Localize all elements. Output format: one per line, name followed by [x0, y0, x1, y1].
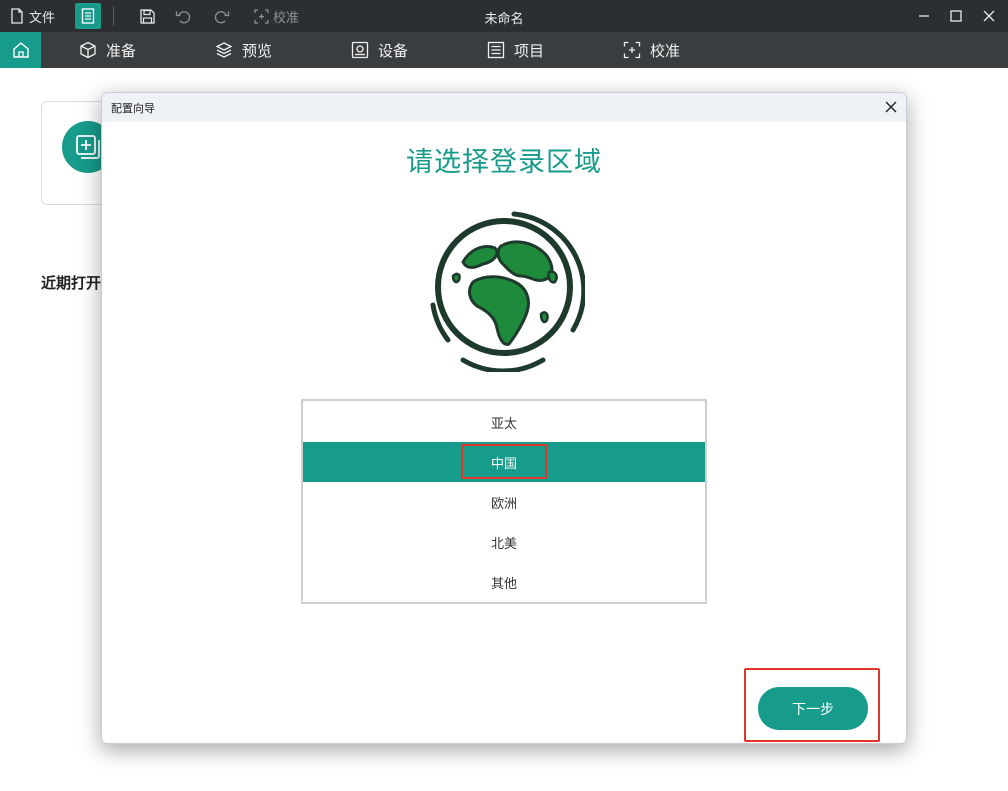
- file-menu-label: 文件: [29, 10, 56, 26]
- region-option-label: 欧洲: [490, 496, 517, 512]
- nav-item-label: 设备: [378, 41, 409, 60]
- new-project-icon: [76, 135, 100, 159]
- nav-item-preview[interactable]: 预览: [215, 32, 272, 68]
- toolbar-divider: [113, 6, 114, 26]
- document-list-icon: [81, 8, 95, 24]
- nav-item-label: 校准: [650, 41, 681, 60]
- minimize-button[interactable]: [914, 6, 934, 26]
- nav-item-label: 项目: [514, 41, 545, 60]
- region-option-other[interactable]: 其他: [303, 562, 705, 602]
- calibrate-toolbar-button[interactable]: 校准: [254, 7, 299, 26]
- next-button[interactable]: 下一步: [758, 687, 868, 730]
- region-option-europe[interactable]: 欧洲: [303, 482, 705, 522]
- layers-icon: [215, 42, 233, 58]
- setup-wizard-dialog: 配置向导 请选择登录区域 亚太 中国 欧洲 北美 其他 下一步: [101, 92, 907, 744]
- calibrate-toolbar-label: 校准: [273, 11, 300, 26]
- maximize-icon: [950, 10, 962, 22]
- nav-item-prepare[interactable]: 准备: [79, 32, 136, 68]
- save-button[interactable]: [138, 7, 156, 25]
- device-icon: [351, 41, 369, 59]
- redo-button[interactable]: [213, 7, 231, 25]
- document-view-button[interactable]: [75, 3, 101, 29]
- file-icon: [11, 8, 23, 24]
- nav-home-button[interactable]: [0, 32, 41, 68]
- minimize-icon: [919, 15, 929, 17]
- dialog-close-button[interactable]: [882, 98, 900, 116]
- region-option-label: 亚太: [490, 416, 517, 432]
- calibrate-icon: [254, 9, 269, 24]
- calibrate-icon: [623, 41, 641, 59]
- undo-button[interactable]: [174, 7, 192, 25]
- close-window-button[interactable]: [979, 6, 999, 26]
- redo-icon: [214, 10, 230, 23]
- nav-item-label: 准备: [106, 41, 137, 60]
- main-nav: 准备 预览 设备 项目 校准: [0, 32, 1008, 68]
- nav-item-device[interactable]: 设备: [351, 32, 408, 68]
- region-heading: 请选择登录区域: [406, 147, 602, 178]
- recent-section-title: 近期打开: [41, 274, 102, 292]
- home-icon: [12, 42, 29, 58]
- title-bar: 文件 校准 未命名: [0, 0, 1008, 32]
- box-icon: [80, 41, 96, 59]
- close-icon: [983, 10, 995, 22]
- save-icon: [139, 8, 155, 24]
- region-list: 亚太 中国 欧洲 北美 其他: [301, 399, 707, 604]
- close-icon: [885, 101, 897, 113]
- dialog-title: 配置向导: [111, 102, 155, 115]
- region-option-china[interactable]: 中国: [303, 442, 705, 482]
- undo-icon: [175, 10, 191, 23]
- nav-item-label: 预览: [242, 41, 273, 60]
- region-option-label: 中国: [490, 456, 517, 472]
- region-option-label: 北美: [490, 536, 517, 552]
- region-option-label: 其他: [490, 576, 517, 592]
- maximize-button[interactable]: [946, 6, 966, 26]
- dialog-header: 配置向导: [102, 93, 906, 122]
- nav-item-project[interactable]: 项目: [487, 32, 544, 68]
- list-icon: [487, 41, 505, 59]
- nav-item-calibrate[interactable]: 校准: [623, 32, 680, 68]
- file-menu-button[interactable]: 文件: [10, 7, 56, 26]
- region-option-apac[interactable]: 亚太: [303, 402, 705, 442]
- region-option-north-america[interactable]: 北美: [303, 522, 705, 562]
- globe-icon: [430, 211, 585, 372]
